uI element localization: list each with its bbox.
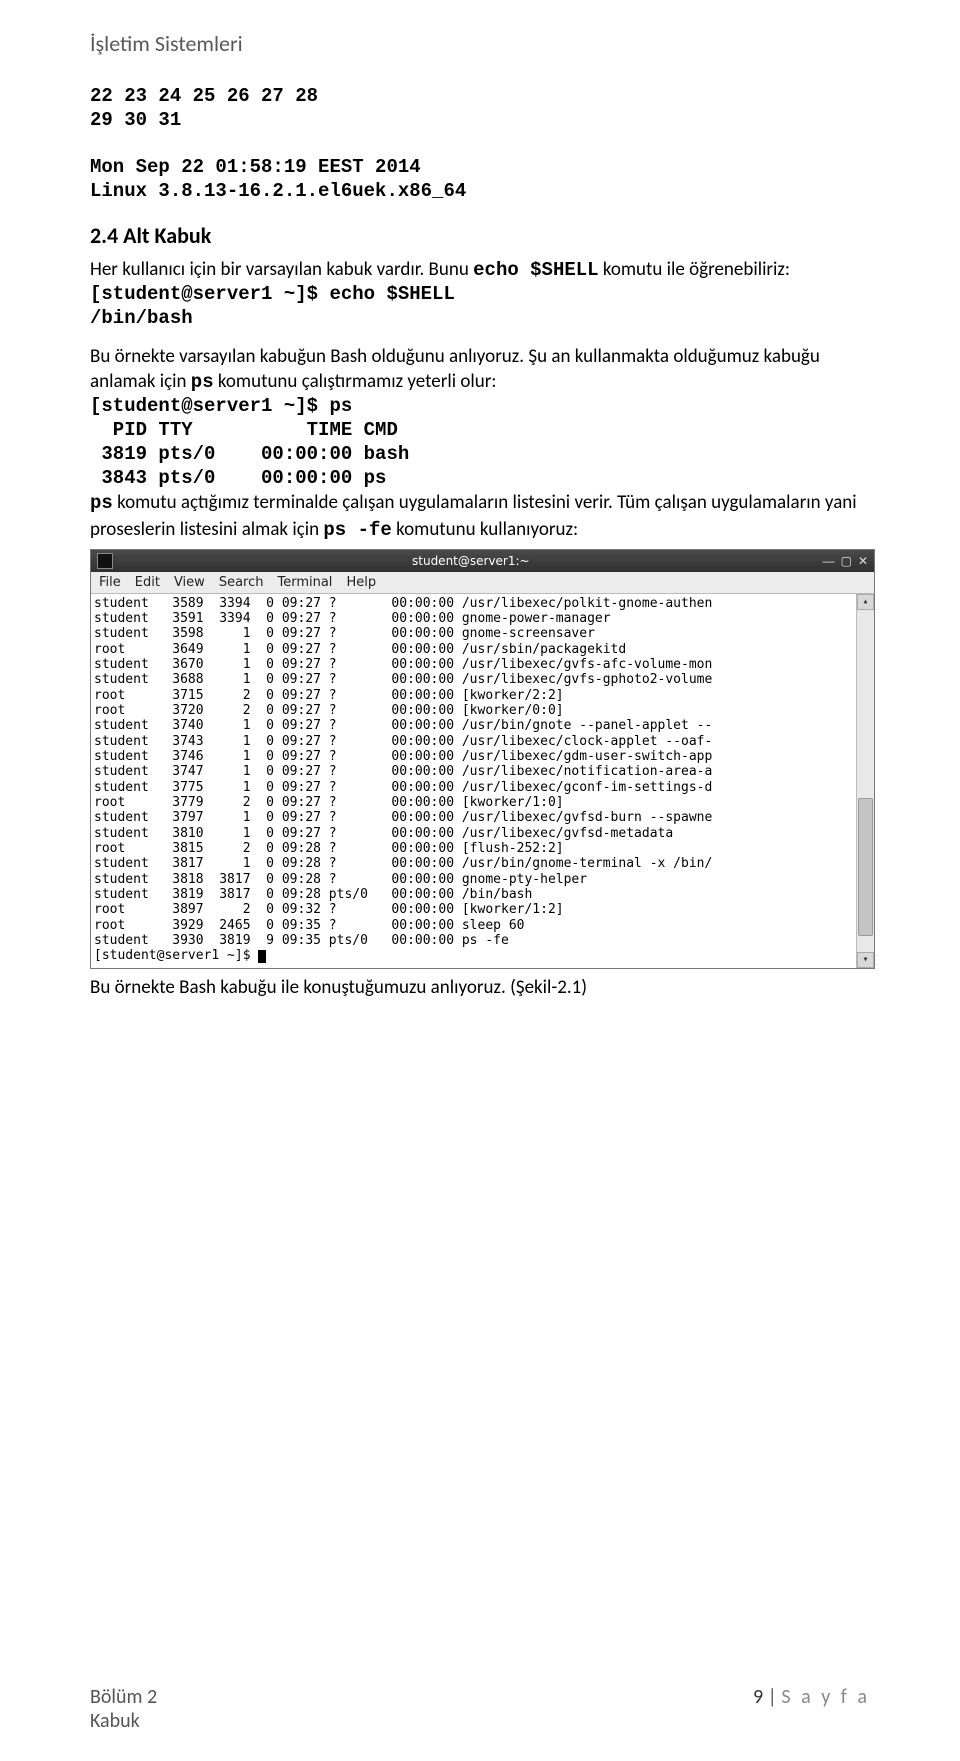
- scroll-down-icon[interactable]: ▾: [857, 952, 874, 968]
- scroll-thumb[interactable]: [858, 798, 873, 936]
- text: komutunu çalıştırmamız yeterli olur:: [214, 370, 497, 393]
- page-number: 9: [753, 1685, 763, 1709]
- maximize-icon[interactable]: ▢: [841, 554, 852, 568]
- text: komutu ile öğrenebiliriz:: [599, 258, 790, 281]
- footer-right: 9 | S a y f a: [753, 1685, 870, 1733]
- terminal-titlebar[interactable]: student@server1:~ — ▢ ✕: [91, 550, 874, 572]
- code-block-echo-shell: [student@server1 ~]$ echo $SHELL /bin/ba…: [90, 283, 870, 331]
- menu-help[interactable]: Help: [346, 575, 376, 590]
- page-label: S a y f a: [781, 1685, 870, 1709]
- paragraph-4: Bu örnekte Bash kabuğu ile konuştuğumuzu…: [90, 975, 870, 1000]
- code-block-ps: [student@server1 ~]$ ps PID TTY TIME CMD…: [90, 395, 870, 490]
- menu-search[interactable]: Search: [219, 575, 264, 590]
- paragraph-1: Her kullanıcı için bir varsayılan kabuk …: [90, 257, 870, 283]
- terminal-scrollbar[interactable]: ▴ ▾: [856, 594, 874, 968]
- minimize-icon[interactable]: —: [823, 554, 835, 568]
- section-heading: 2.4 Alt Kabuk: [90, 222, 870, 249]
- scroll-track[interactable]: [857, 611, 874, 951]
- menu-file[interactable]: File: [99, 575, 121, 590]
- close-icon[interactable]: ✕: [858, 554, 868, 568]
- terminal-icon: [97, 553, 113, 569]
- text: komutunu kullanıyoruz:: [392, 518, 578, 541]
- paragraph-3: ps komutu açtığımız terminalde çalışan u…: [90, 490, 870, 542]
- menu-view[interactable]: View: [174, 575, 205, 590]
- menu-edit[interactable]: Edit: [135, 575, 160, 590]
- inline-code: ps -fe: [323, 519, 391, 541]
- page-footer: Bölüm 2 Kabuk 9 | S a y f a: [90, 1685, 870, 1733]
- menu-terminal[interactable]: Terminal: [277, 575, 332, 590]
- terminal-menubar: File Edit View Search Terminal Help: [91, 572, 874, 594]
- inline-code: ps: [90, 492, 113, 514]
- code-block-calendar: 22 23 24 25 26 27 28 29 30 31 Mon Sep 22…: [90, 85, 870, 204]
- terminal-body[interactable]: student 3589 3394 0 09:27 ? 00:00:00 /us…: [91, 594, 856, 968]
- footer-left: Bölüm 2 Kabuk: [90, 1685, 157, 1733]
- footer-section: Bölüm 2: [90, 1685, 157, 1709]
- terminal-title: student@server1:~: [119, 554, 823, 568]
- text: Her kullanıcı için bir varsayılan kabuk …: [90, 258, 473, 281]
- page-header: İşletim Sistemleri: [90, 30, 870, 57]
- inline-code: echo $SHELL: [473, 259, 598, 281]
- inline-code: ps: [191, 371, 214, 393]
- footer-subsection: Kabuk: [90, 1709, 157, 1733]
- terminal-window: student@server1:~ — ▢ ✕ File Edit View S…: [90, 549, 875, 969]
- paragraph-2: Bu örnekte varsayılan kabuğun Bash olduğ…: [90, 344, 870, 395]
- page-label-sep: |: [768, 1685, 782, 1709]
- scroll-up-icon[interactable]: ▴: [857, 594, 874, 610]
- terminal-cursor: [258, 950, 266, 963]
